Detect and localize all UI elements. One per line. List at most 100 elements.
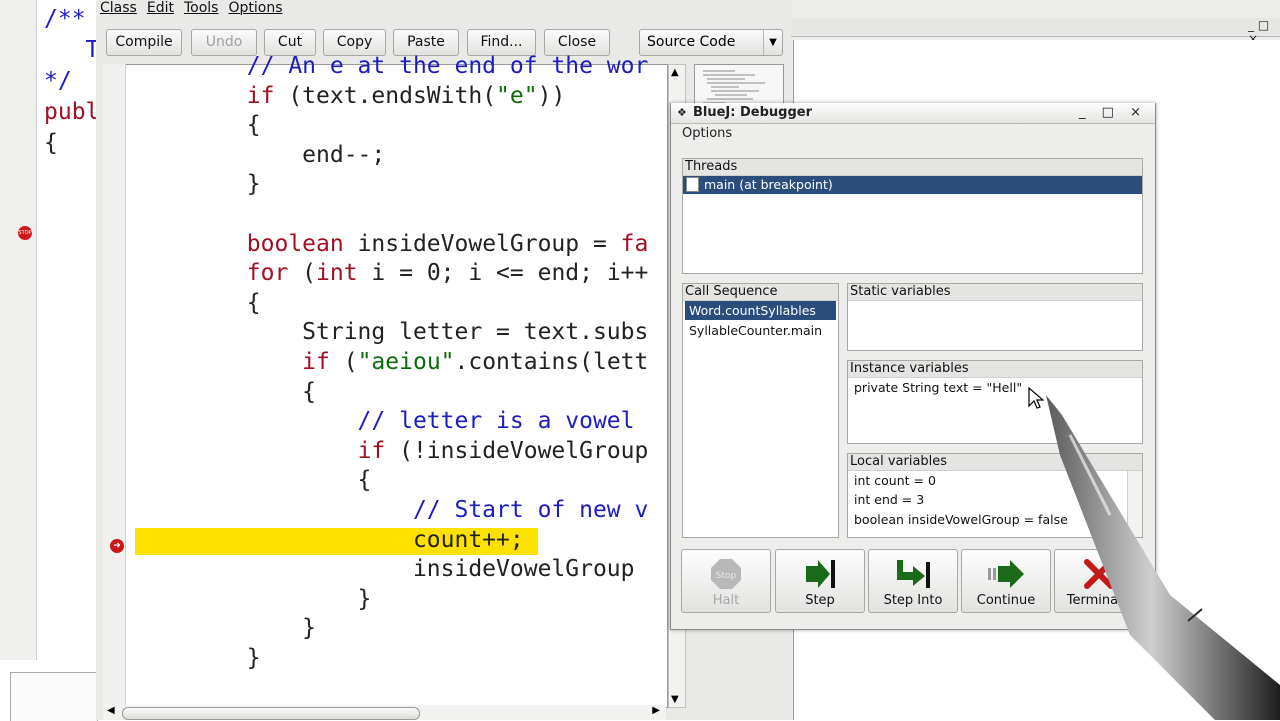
background-code-line: */ [44, 66, 99, 97]
code-lines[interactable]: // An e at the end of the wor if (text.e… [136, 52, 649, 674]
debugger-menu-options[interactable]: Options [682, 126, 732, 141]
code-line[interactable]: { [136, 111, 648, 141]
code-token: } [136, 585, 372, 612]
code-token: } [136, 644, 261, 671]
code-line[interactable]: if ("aeiou".contains(lett [136, 348, 648, 378]
code-token: fa [620, 230, 649, 257]
scroll-left-icon[interactable]: ◀ [107, 705, 115, 716]
code-token: )) [537, 82, 566, 109]
step-into-button[interactable]: Step Into [868, 549, 958, 613]
debugger-titlebar[interactable]: ❖ BlueJ: Debugger _ □ × [671, 103, 1155, 124]
code-token: end--; [136, 141, 386, 168]
breakpoint-stop-icon[interactable]: STOP [18, 226, 32, 240]
local-variable-row[interactable]: int end = 3 [854, 492, 924, 507]
code-token: for [246, 260, 289, 287]
code-line[interactable]: boolean insideVowelGroup = fa [136, 230, 649, 260]
scroll-down-icon[interactable]: ▼ [671, 694, 679, 705]
code-token: boolean [246, 230, 344, 257]
view-select[interactable]: Source Code ▼ [639, 29, 783, 56]
scroll-up-icon[interactable]: ▲ [671, 67, 679, 78]
code-token: { [44, 130, 58, 156]
code-token: String letter = text.subs [136, 319, 649, 346]
code-token: /** [44, 6, 86, 32]
code-token: // Start of new v [136, 496, 649, 523]
step-button[interactable]: Step [775, 549, 865, 613]
editor-menubar: Class Edit Tools Options [100, 0, 293, 18]
call-item[interactable]: SyllableCounter.main [689, 323, 822, 338]
horizontal-scroll-thumb[interactable] [122, 707, 420, 720]
background-code-line: /** [44, 4, 99, 35]
code-line[interactable]: { [136, 466, 648, 496]
code-line[interactable]: insideVowelGroup [136, 555, 648, 585]
step-into-icon [897, 560, 930, 588]
stop-sign-icon: Stop [711, 559, 741, 589]
call-item-label: Word.countSyllables [689, 303, 816, 318]
code-line[interactable]: } [136, 614, 648, 644]
menu-edit[interactable]: Edit [147, 0, 174, 16]
code-gutter[interactable] [103, 64, 126, 706]
code-token: { [136, 289, 261, 316]
code-line[interactable]: // Start of new v [136, 496, 648, 526]
code-token: i = 0; i <= end; i++ [357, 260, 649, 287]
code-line[interactable]: for (int i = 0; i <= end; i++ [136, 259, 649, 289]
window-controls-icon[interactable]: _ □ × [1079, 103, 1147, 123]
execution-pointer-icon: ➜ [110, 539, 124, 553]
code-token: } [136, 615, 317, 642]
code-line[interactable]: } [136, 585, 648, 615]
code-line[interactable]: String letter = text.subs [136, 318, 648, 348]
menu-tools[interactable]: Tools [184, 0, 219, 16]
background-editor-footer [10, 672, 98, 721]
menu-options[interactable]: Options [228, 0, 282, 16]
code-line-current[interactable]: count++; [136, 526, 648, 556]
menu-class[interactable]: Class [100, 0, 137, 16]
instance-variable-row[interactable]: private String text = "Hell" [854, 380, 1022, 395]
code-line[interactable]: if (!insideVowelGroup [136, 437, 649, 467]
threads-panel: Threads main (at breakpoint) [682, 158, 1143, 274]
halt-button[interactable]: Stop Halt [681, 549, 771, 613]
background-code-line: publ [44, 97, 99, 128]
code-line[interactable]: } [136, 644, 648, 674]
halt-label: Halt [712, 593, 740, 608]
step-into-label: Step Into [883, 593, 943, 608]
background-code-line: { [44, 128, 99, 159]
continue-label: Continue [976, 593, 1036, 608]
scroll-right-icon[interactable]: ▶ [652, 705, 660, 716]
chevron-down-icon[interactable]: ▼ [763, 30, 782, 55]
static-variables-panel: Static variables [847, 283, 1143, 351]
code-line[interactable]: end--; [136, 141, 648, 171]
code-token: { [136, 378, 317, 405]
static-variables-header: Static variables [848, 284, 1142, 301]
background-editor-code: /** T */ publ { [44, 4, 99, 159]
code-token: publ [44, 99, 100, 125]
code-token: } [136, 171, 261, 198]
code-line[interactable]: // letter is a vowel [136, 407, 648, 437]
code-line[interactable]: // An e at the end of the wor [136, 52, 649, 82]
code-token: if [246, 82, 275, 109]
thread-item-main[interactable]: main (at breakpoint) [683, 176, 1142, 194]
continue-button[interactable]: Continue [961, 549, 1051, 613]
stylus-pen-icon [1046, 395, 1280, 720]
code-token: { [136, 112, 261, 139]
code-token: (!insideVowelGroup [385, 437, 649, 464]
thread-label: main (at breakpoint) [704, 177, 833, 192]
local-variable-row[interactable]: boolean insideVowelGroup = false [854, 512, 1068, 527]
code-line[interactable]: } [136, 170, 648, 200]
code-token: ( [329, 348, 358, 375]
threads-header: Threads [683, 159, 1142, 176]
code-line[interactable] [136, 200, 648, 230]
code-token: T [44, 37, 100, 63]
code-line[interactable]: if (text.endsWith("e")) [136, 82, 648, 112]
code-token: int [316, 260, 358, 287]
code-line[interactable]: { [136, 378, 648, 408]
code-token: */ [44, 68, 72, 94]
thread-icon [686, 177, 699, 192]
local-variable-row[interactable]: int count = 0 [854, 473, 936, 488]
background-editor-gutter [0, 0, 37, 660]
continue-icon [988, 560, 1024, 588]
code-line[interactable]: { [136, 289, 648, 319]
call-item-selected[interactable]: Word.countSyllables [685, 301, 836, 320]
